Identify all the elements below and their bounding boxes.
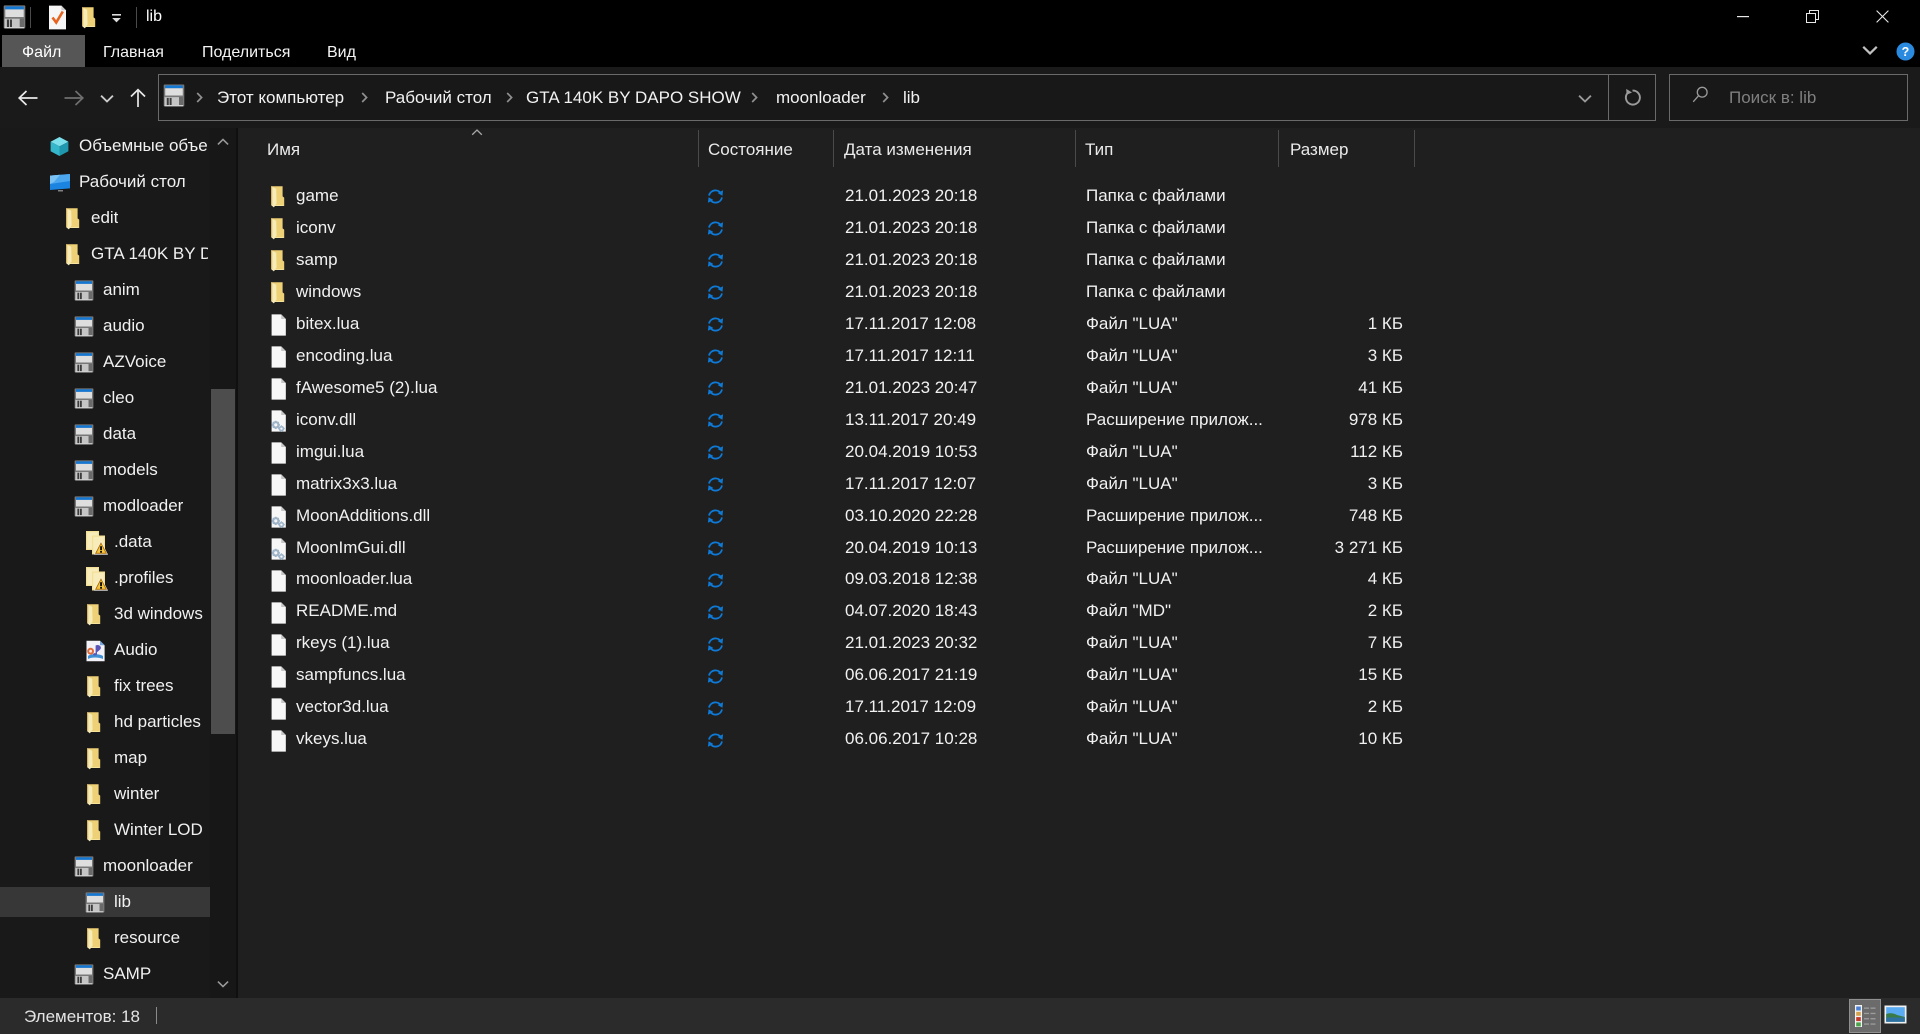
svg-text:?: ? bbox=[1902, 45, 1910, 59]
